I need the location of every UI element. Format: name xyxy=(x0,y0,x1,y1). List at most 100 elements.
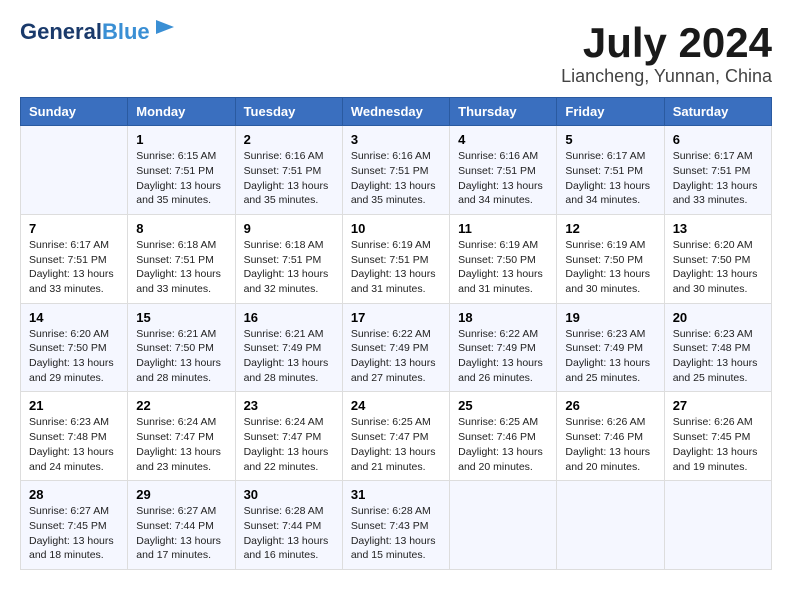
weekday-header: Thursday xyxy=(450,98,557,126)
day-number: 12 xyxy=(565,221,655,236)
calendar-cell: 8 Sunrise: 6:18 AM Sunset: 7:51 PM Daylig… xyxy=(128,214,235,303)
calendar-cell: 11 Sunrise: 6:19 AM Sunset: 7:50 PM Dayli… xyxy=(450,214,557,303)
day-info: Sunrise: 6:21 AM Sunset: 7:49 PM Dayligh… xyxy=(244,327,334,386)
title-block: July 2024 Liancheng, Yunnan, China xyxy=(561,20,772,87)
calendar-cell: 7 Sunrise: 6:17 AM Sunset: 7:51 PM Daylig… xyxy=(21,214,128,303)
calendar-cell: 4 Sunrise: 6:16 AM Sunset: 7:51 PM Daylig… xyxy=(450,126,557,215)
calendar-cell: 24 Sunrise: 6:25 AM Sunset: 7:47 PM Dayli… xyxy=(342,392,449,481)
calendar-cell: 25 Sunrise: 6:25 AM Sunset: 7:46 PM Dayli… xyxy=(450,392,557,481)
day-number: 4 xyxy=(458,132,548,147)
day-number: 1 xyxy=(136,132,226,147)
day-info: Sunrise: 6:28 AM Sunset: 7:43 PM Dayligh… xyxy=(351,504,441,563)
day-info: Sunrise: 6:19 AM Sunset: 7:50 PM Dayligh… xyxy=(458,238,548,297)
page-header: GeneralBlue July 2024 Liancheng, Yunnan,… xyxy=(20,20,772,87)
calendar-cell xyxy=(21,126,128,215)
day-info: Sunrise: 6:16 AM Sunset: 7:51 PM Dayligh… xyxy=(351,149,441,208)
day-info: Sunrise: 6:26 AM Sunset: 7:46 PM Dayligh… xyxy=(565,415,655,474)
calendar-week-row: 28 Sunrise: 6:27 AM Sunset: 7:45 PM Dayli… xyxy=(21,481,772,570)
day-info: Sunrise: 6:17 AM Sunset: 7:51 PM Dayligh… xyxy=(673,149,763,208)
calendar-week-row: 14Sunrise: 6:20 AM Sunset: 7:50 PM Dayli… xyxy=(21,303,772,392)
day-number: 29 xyxy=(136,487,226,502)
calendar-cell: 16 Sunrise: 6:21 AM Sunset: 7:49 PM Dayli… xyxy=(235,303,342,392)
weekday-header-row: SundayMondayTuesdayWednesdayThursdayFrid… xyxy=(21,98,772,126)
day-number: 23 xyxy=(244,398,334,413)
day-info: Sunrise: 6:23 AM Sunset: 7:48 PM Dayligh… xyxy=(673,327,763,386)
day-number: 18 xyxy=(458,310,548,325)
calendar-cell: 6 Sunrise: 6:17 AM Sunset: 7:51 PM Daylig… xyxy=(664,126,771,215)
day-info: Sunrise: 6:25 AM Sunset: 7:46 PM Dayligh… xyxy=(458,415,548,474)
day-number: 17 xyxy=(351,310,441,325)
calendar-cell: 1 Sunrise: 6:15 AM Sunset: 7:51 PM Daylig… xyxy=(128,126,235,215)
day-info: Sunrise: 6:24 AM Sunset: 7:47 PM Dayligh… xyxy=(244,415,334,474)
day-info: Sunrise: 6:24 AM Sunset: 7:47 PM Dayligh… xyxy=(136,415,226,474)
calendar-cell: 15 Sunrise: 6:21 AM Sunset: 7:50 PM Dayli… xyxy=(128,303,235,392)
day-number: 5 xyxy=(565,132,655,147)
day-number: 20 xyxy=(673,310,763,325)
calendar-cell: 10 Sunrise: 6:19 AM Sunset: 7:51 PM Dayli… xyxy=(342,214,449,303)
weekday-header: Saturday xyxy=(664,98,771,126)
calendar-cell: 26 Sunrise: 6:26 AM Sunset: 7:46 PM Dayli… xyxy=(557,392,664,481)
day-number: 15 xyxy=(136,310,226,325)
calendar-cell: 17 Sunrise: 6:22 AM Sunset: 7:49 PM Dayli… xyxy=(342,303,449,392)
day-info: Sunrise: 6:27 AM Sunset: 7:45 PM Dayligh… xyxy=(29,504,119,563)
calendar-table: SundayMondayTuesdayWednesdayThursdayFrid… xyxy=(20,97,772,570)
day-number: 7 xyxy=(29,221,119,236)
calendar-cell xyxy=(450,481,557,570)
day-number: 13 xyxy=(673,221,763,236)
day-info: Sunrise: 6:28 AM Sunset: 7:44 PM Dayligh… xyxy=(244,504,334,563)
day-number: 6 xyxy=(673,132,763,147)
day-number: 3 xyxy=(351,132,441,147)
day-number: 28 xyxy=(29,487,119,502)
day-number: 10 xyxy=(351,221,441,236)
calendar-cell: 3 Sunrise: 6:16 AM Sunset: 7:51 PM Daylig… xyxy=(342,126,449,215)
day-info: Sunrise: 6:20 AM Sunset: 7:50 PM Dayligh… xyxy=(673,238,763,297)
day-number: 2 xyxy=(244,132,334,147)
weekday-header: Friday xyxy=(557,98,664,126)
day-info: Sunrise: 6:16 AM Sunset: 7:51 PM Dayligh… xyxy=(244,149,334,208)
calendar-week-row: 21Sunrise: 6:23 AM Sunset: 7:48 PM Dayli… xyxy=(21,392,772,481)
day-number: 11 xyxy=(458,221,548,236)
logo: GeneralBlue xyxy=(20,20,176,43)
day-number: 8 xyxy=(136,221,226,236)
day-info: Sunrise: 6:16 AM Sunset: 7:51 PM Dayligh… xyxy=(458,149,548,208)
day-info: Sunrise: 6:21 AM Sunset: 7:50 PM Dayligh… xyxy=(136,327,226,386)
calendar-cell: 14Sunrise: 6:20 AM Sunset: 7:50 PM Dayli… xyxy=(21,303,128,392)
day-info: Sunrise: 6:15 AM Sunset: 7:51 PM Dayligh… xyxy=(136,149,226,208)
day-info: Sunrise: 6:22 AM Sunset: 7:49 PM Dayligh… xyxy=(351,327,441,386)
weekday-header: Wednesday xyxy=(342,98,449,126)
calendar-cell: 30 Sunrise: 6:28 AM Sunset: 7:44 PM Dayli… xyxy=(235,481,342,570)
day-number: 19 xyxy=(565,310,655,325)
weekday-header: Sunday xyxy=(21,98,128,126)
day-number: 22 xyxy=(136,398,226,413)
day-info: Sunrise: 6:23 AM Sunset: 7:49 PM Dayligh… xyxy=(565,327,655,386)
day-number: 9 xyxy=(244,221,334,236)
calendar-cell xyxy=(557,481,664,570)
day-number: 25 xyxy=(458,398,548,413)
day-info: Sunrise: 6:18 AM Sunset: 7:51 PM Dayligh… xyxy=(244,238,334,297)
calendar-week-row: 7 Sunrise: 6:17 AM Sunset: 7:51 PM Daylig… xyxy=(21,214,772,303)
calendar-cell: 23 Sunrise: 6:24 AM Sunset: 7:47 PM Dayli… xyxy=(235,392,342,481)
calendar-week-row: 1 Sunrise: 6:15 AM Sunset: 7:51 PM Daylig… xyxy=(21,126,772,215)
day-info: Sunrise: 6:20 AM Sunset: 7:50 PM Dayligh… xyxy=(29,327,119,386)
calendar-cell: 29Sunrise: 6:27 AM Sunset: 7:44 PM Dayli… xyxy=(128,481,235,570)
day-number: 31 xyxy=(351,487,441,502)
calendar-cell: 19 Sunrise: 6:23 AM Sunset: 7:49 PM Dayli… xyxy=(557,303,664,392)
calendar-cell: 13 Sunrise: 6:20 AM Sunset: 7:50 PM Dayli… xyxy=(664,214,771,303)
calendar-cell: 31 Sunrise: 6:28 AM Sunset: 7:43 PM Dayli… xyxy=(342,481,449,570)
day-info: Sunrise: 6:25 AM Sunset: 7:47 PM Dayligh… xyxy=(351,415,441,474)
calendar-cell: 27Sunrise: 6:26 AM Sunset: 7:45 PM Dayli… xyxy=(664,392,771,481)
day-number: 26 xyxy=(565,398,655,413)
day-info: Sunrise: 6:18 AM Sunset: 7:51 PM Dayligh… xyxy=(136,238,226,297)
day-number: 24 xyxy=(351,398,441,413)
calendar-cell: 28 Sunrise: 6:27 AM Sunset: 7:45 PM Dayli… xyxy=(21,481,128,570)
calendar-cell: 5Sunrise: 6:17 AM Sunset: 7:51 PM Daylig… xyxy=(557,126,664,215)
day-number: 16 xyxy=(244,310,334,325)
day-info: Sunrise: 6:22 AM Sunset: 7:49 PM Dayligh… xyxy=(458,327,548,386)
weekday-header: Tuesday xyxy=(235,98,342,126)
calendar-cell: 12Sunrise: 6:19 AM Sunset: 7:50 PM Dayli… xyxy=(557,214,664,303)
day-info: Sunrise: 6:19 AM Sunset: 7:51 PM Dayligh… xyxy=(351,238,441,297)
calendar-cell: 20 Sunrise: 6:23 AM Sunset: 7:48 PM Dayli… xyxy=(664,303,771,392)
day-info: Sunrise: 6:17 AM Sunset: 7:51 PM Dayligh… xyxy=(29,238,119,297)
logo-arrow-icon xyxy=(154,16,176,38)
day-number: 30 xyxy=(244,487,334,502)
